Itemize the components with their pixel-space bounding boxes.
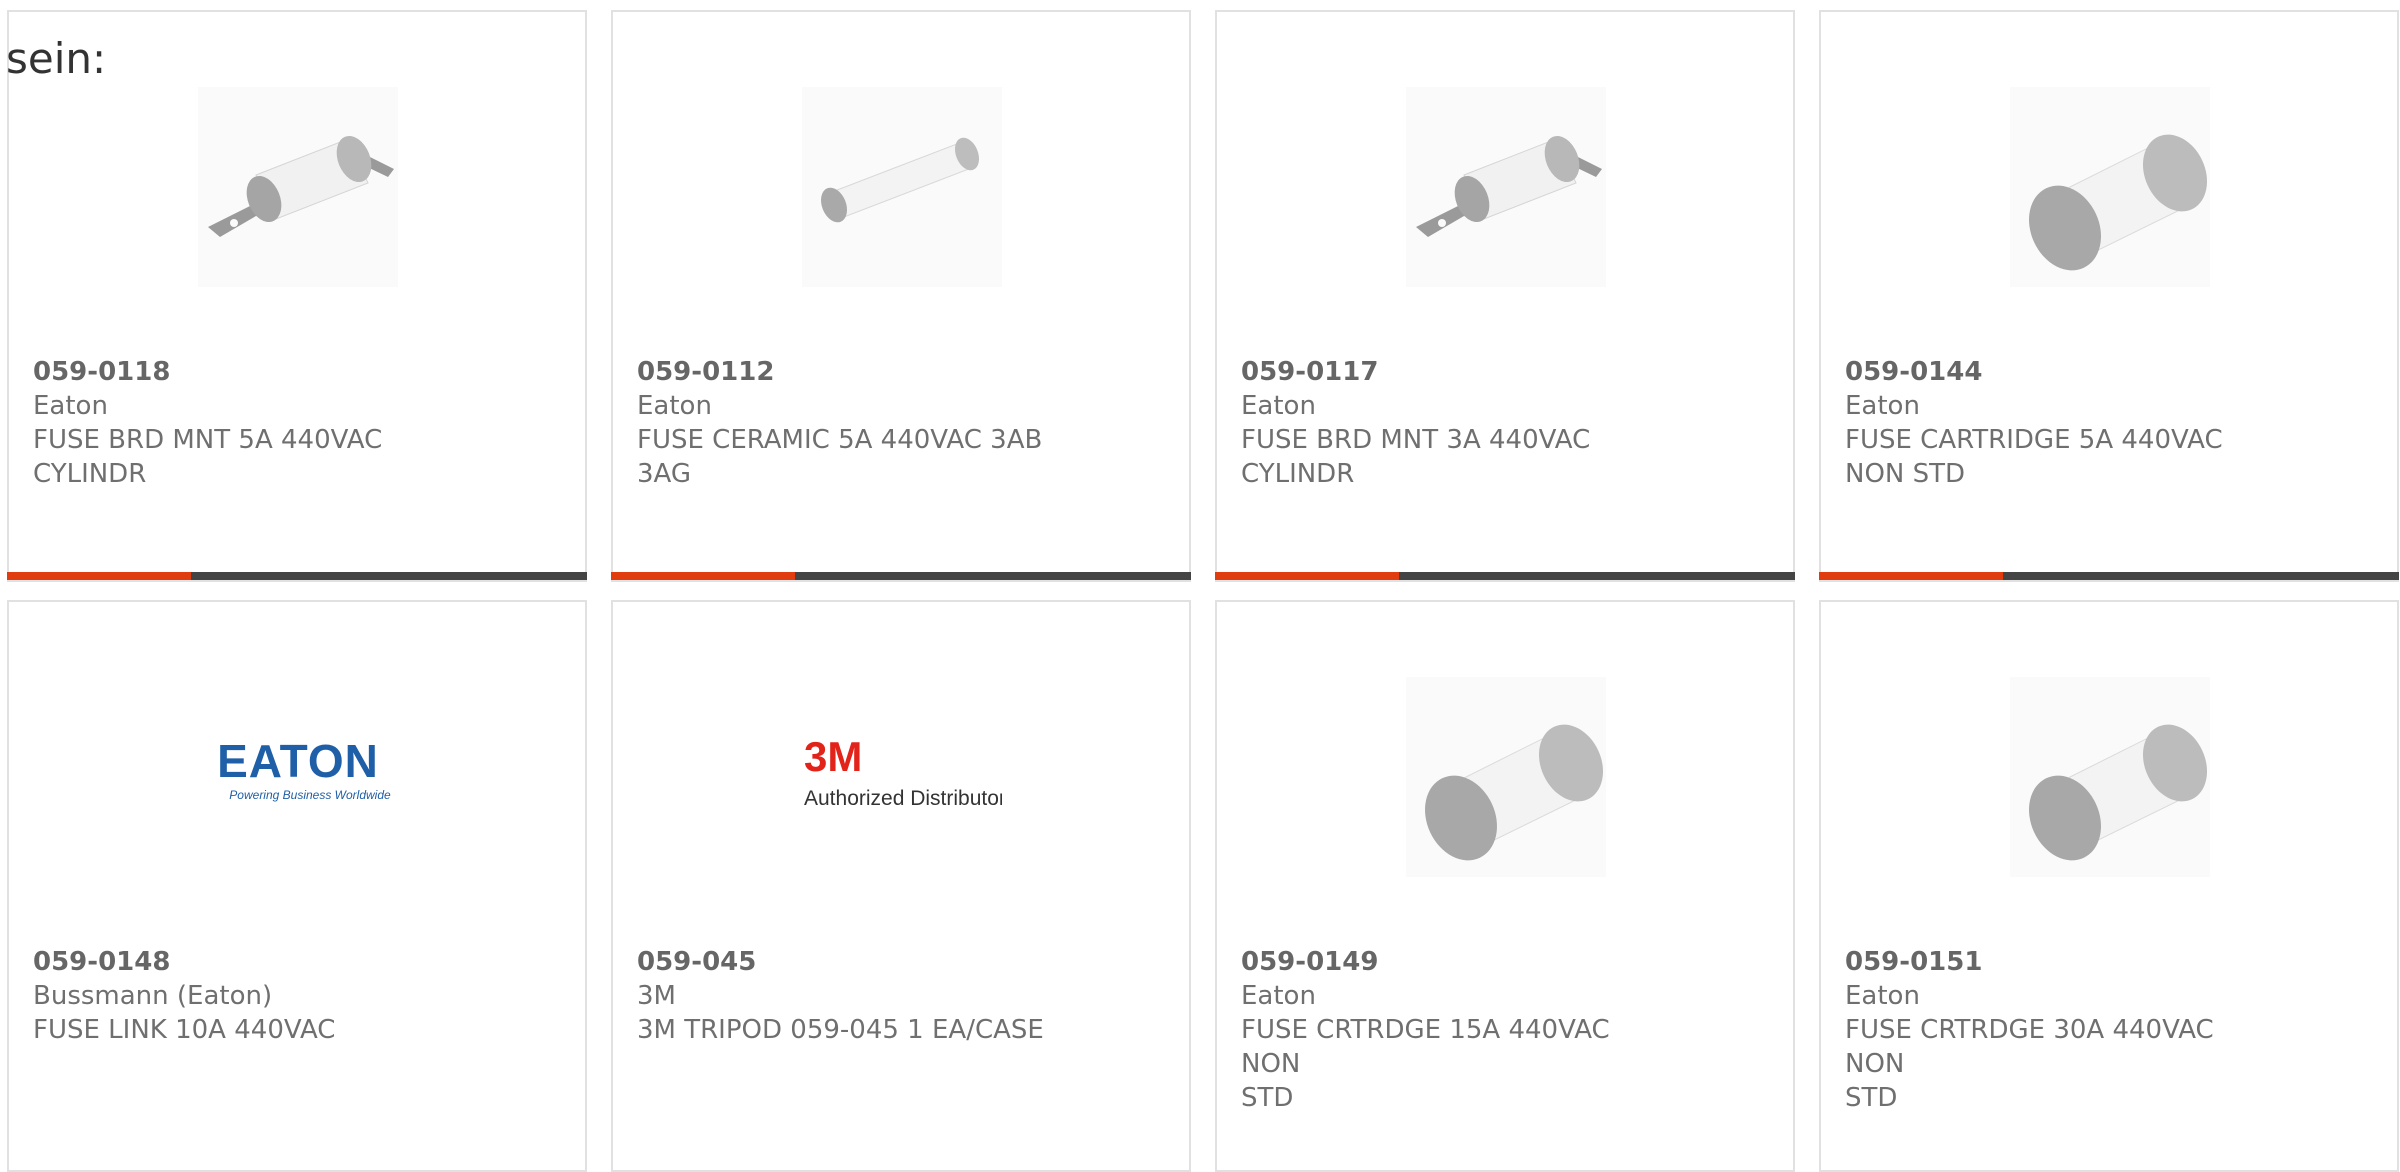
description-line: FUSE CRTRDGE 15A 440VAC NON (1241, 1015, 1610, 1079)
cartridge-fuse-icon (2029, 724, 2208, 861)
description-line: FUSE CERAMIC 5A 440VAC 3AB (637, 425, 1043, 455)
description-line: STD (1241, 1083, 1294, 1113)
product-image[interactable] (802, 87, 1002, 287)
product-info: 059-0112 Eaton FUSE CERAMIC 5A 440VAC 3A… (637, 355, 1067, 491)
product-card[interactable]: 059-0112 Eaton FUSE CERAMIC 5A 440VAC 3A… (611, 10, 1191, 582)
product-card[interactable]: 059-0151 Eaton FUSE CRTRDGE 30A 440VAC N… (1819, 600, 2399, 1172)
brand-name: Eaton (33, 391, 108, 421)
brand-name: Eaton (1241, 391, 1316, 421)
logo-tagline: Authorized Distributor (804, 787, 1002, 810)
part-number[interactable]: 059-0149 (1241, 945, 1671, 979)
brand-name: Eaton (1845, 391, 1920, 421)
product-info: 059-0151 Eaton FUSE CRTRDGE 30A 440VAC N… (1845, 945, 2275, 1115)
accent-segment (1819, 572, 2003, 580)
bracket-fuse-icon (208, 135, 394, 237)
logo-wordmark: EATON (217, 735, 379, 787)
part-number[interactable]: 059-0148 (33, 945, 463, 979)
product-image[interactable] (2010, 87, 2210, 287)
part-number[interactable]: 059-0112 (637, 355, 1067, 389)
card-accent-bar (611, 572, 1191, 580)
description-line: FUSE BRD MNT 5A 440VAC (33, 425, 383, 455)
product-card[interactable]: 3M Authorized Distributor 059-045 3M 3M … (611, 600, 1191, 1172)
cartridge-fuse-icon (2029, 134, 2208, 271)
product-image[interactable] (1406, 87, 1606, 287)
description-line: CYLINDR (33, 459, 147, 489)
part-number[interactable]: 059-0144 (1845, 355, 2275, 389)
card-accent-bar (1215, 572, 1795, 580)
product-info: 059-0149 Eaton FUSE CRTRDGE 15A 440VAC N… (1241, 945, 1671, 1115)
product-image[interactable] (1406, 677, 1606, 877)
logo-wordmark: 3M (804, 733, 862, 780)
part-number[interactable]: 059-0118 (33, 355, 463, 389)
description-line: STD (1845, 1083, 1898, 1113)
product-info: 059-0117 Eaton FUSE BRD MNT 3A 440VAC CY… (1241, 355, 1671, 491)
description-line: FUSE BRD MNT 3A 440VAC (1241, 425, 1591, 455)
description-line: 3M TRIPOD 059-045 1 EA/CASE (637, 1015, 1044, 1045)
product-grid: 059-0118 Eaton FUSE BRD MNT 5A 440VAC CY… (7, 10, 2399, 1172)
description-line: FUSE CRTRDGE 30A 440VAC NON (1845, 1015, 2214, 1079)
description-line: FUSE LINK 10A 440VAC (33, 1015, 336, 1045)
intro-text: sein: (6, 34, 107, 83)
description-line: CYLINDR (1241, 459, 1355, 489)
card-accent-bar (7, 572, 587, 580)
product-card[interactable]: 059-0117 Eaton FUSE BRD MNT 3A 440VAC CY… (1215, 10, 1795, 582)
brand-name: Eaton (1845, 981, 1920, 1011)
product-card[interactable]: EATON Powering Business Worldwide 059-01… (7, 600, 587, 1172)
logo-tagline: Powering Business Worldwide (229, 788, 391, 802)
part-number[interactable]: 059-0151 (1845, 945, 2275, 979)
product-image[interactable]: EATON Powering Business Worldwide (198, 677, 398, 877)
description-line: FUSE CARTRIDGE 5A 440VAC (1845, 425, 2223, 455)
accent-segment (611, 572, 795, 580)
brand-name: Eaton (1241, 981, 1316, 1011)
card-accent-bar (1819, 572, 2399, 580)
accent-segment (7, 572, 191, 580)
product-info: 059-0144 Eaton FUSE CARTRIDGE 5A 440VAC … (1845, 355, 2275, 491)
ceramic-fuse-icon (820, 137, 980, 223)
part-number[interactable]: 059-045 (637, 945, 1067, 979)
product-info: 059-0148 Bussmann (Eaton) FUSE LINK 10A … (33, 945, 463, 1047)
cartridge-fuse-icon (1425, 724, 1604, 861)
product-image[interactable] (198, 87, 398, 287)
product-image[interactable] (2010, 677, 2210, 877)
bracket-fuse-icon (1416, 135, 1602, 237)
brand-name: 3M (637, 981, 676, 1011)
product-image[interactable]: 3M Authorized Distributor (802, 677, 1002, 877)
eaton-logo: EATON Powering Business Worldwide (217, 735, 391, 802)
part-number[interactable]: 059-0117 (1241, 355, 1671, 389)
3m-logo: 3M Authorized Distributor (804, 733, 1002, 810)
description-line: 3AG (637, 459, 692, 489)
product-card[interactable]: 059-0149 Eaton FUSE CRTRDGE 15A 440VAC N… (1215, 600, 1795, 1172)
brand-name: Eaton (637, 391, 712, 421)
product-info: 059-045 3M 3M TRIPOD 059-045 1 EA/CASE (637, 945, 1067, 1047)
accent-segment (1215, 572, 1399, 580)
product-info: 059-0118 Eaton FUSE BRD MNT 5A 440VAC CY… (33, 355, 463, 491)
brand-name: Bussmann (Eaton) (33, 981, 273, 1011)
product-card[interactable]: 059-0118 Eaton FUSE BRD MNT 5A 440VAC CY… (7, 10, 587, 582)
product-card[interactable]: 059-0144 Eaton FUSE CARTRIDGE 5A 440VAC … (1819, 10, 2399, 582)
description-line: NON STD (1845, 459, 1966, 489)
